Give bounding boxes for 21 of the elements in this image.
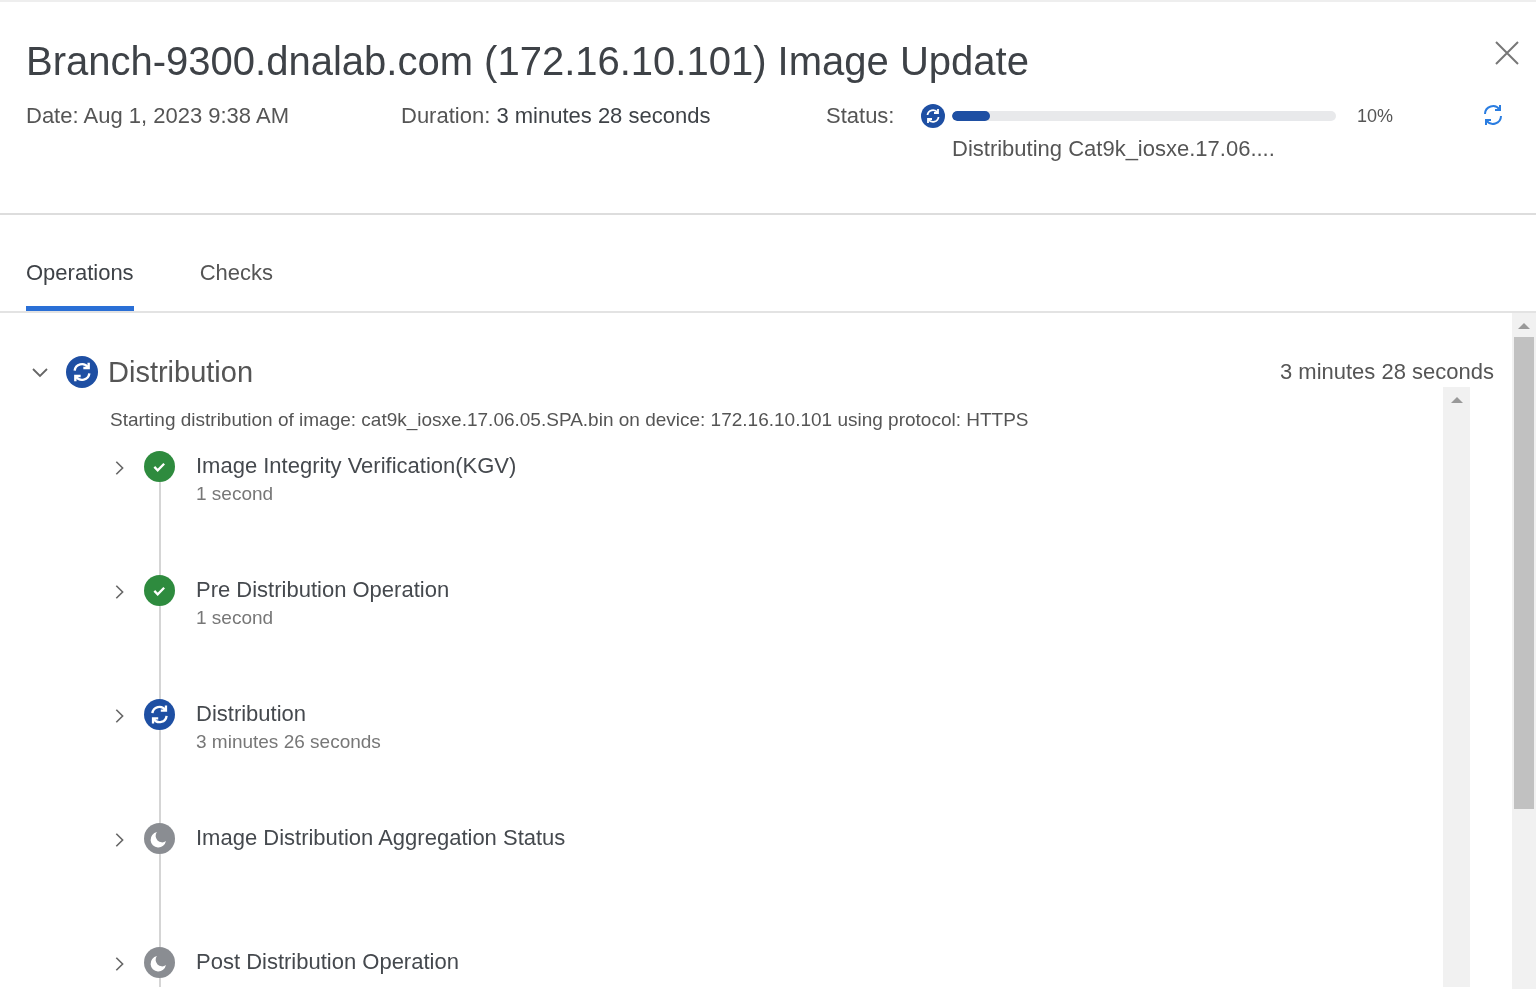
section-description: Starting distribution of image: cat9k_iosxe.17.06.05.SPA.bin on device: 172.16.10.101 using protocol: HTTPS [110,409,1030,431]
scrollbar[interactable] [1512,313,1536,989]
duration-label: Duration: 3 minutes 28 seconds [401,102,712,130]
step-title: Distribution [196,700,308,728]
step-duration: 1 second [196,607,275,629]
section-title: Distribution [108,355,255,389]
section-duration: 3 minutes 28 seconds [1279,359,1494,385]
step-title: Image Integrity Verification(KGV) [196,452,517,480]
dialog-title: Branch-9300.dnalab.com (172.16.10.101) Image Update [26,38,1029,85]
step-title: Post Distribution Operation [196,948,459,976]
step-title: Pre Distribution Operation [196,576,450,604]
step-title: Image Distribution Aggregation Status [196,824,566,852]
tab[interactable]: Checks [199,260,273,311]
progress-percent: 10% [1357,105,1395,127]
scrollbar[interactable] [1443,387,1470,987]
status-label: Status: [826,102,896,130]
step-duration: 3 minutes 26 seconds [196,731,381,753]
date-label: Date: Aug 1, 2023 9:38 AM [26,102,290,130]
status-text: Distributing Cat9k_iosxe.17.06.... [952,136,1276,162]
tab[interactable]: Operations [26,260,134,311]
step-duration: 1 second [196,483,275,505]
